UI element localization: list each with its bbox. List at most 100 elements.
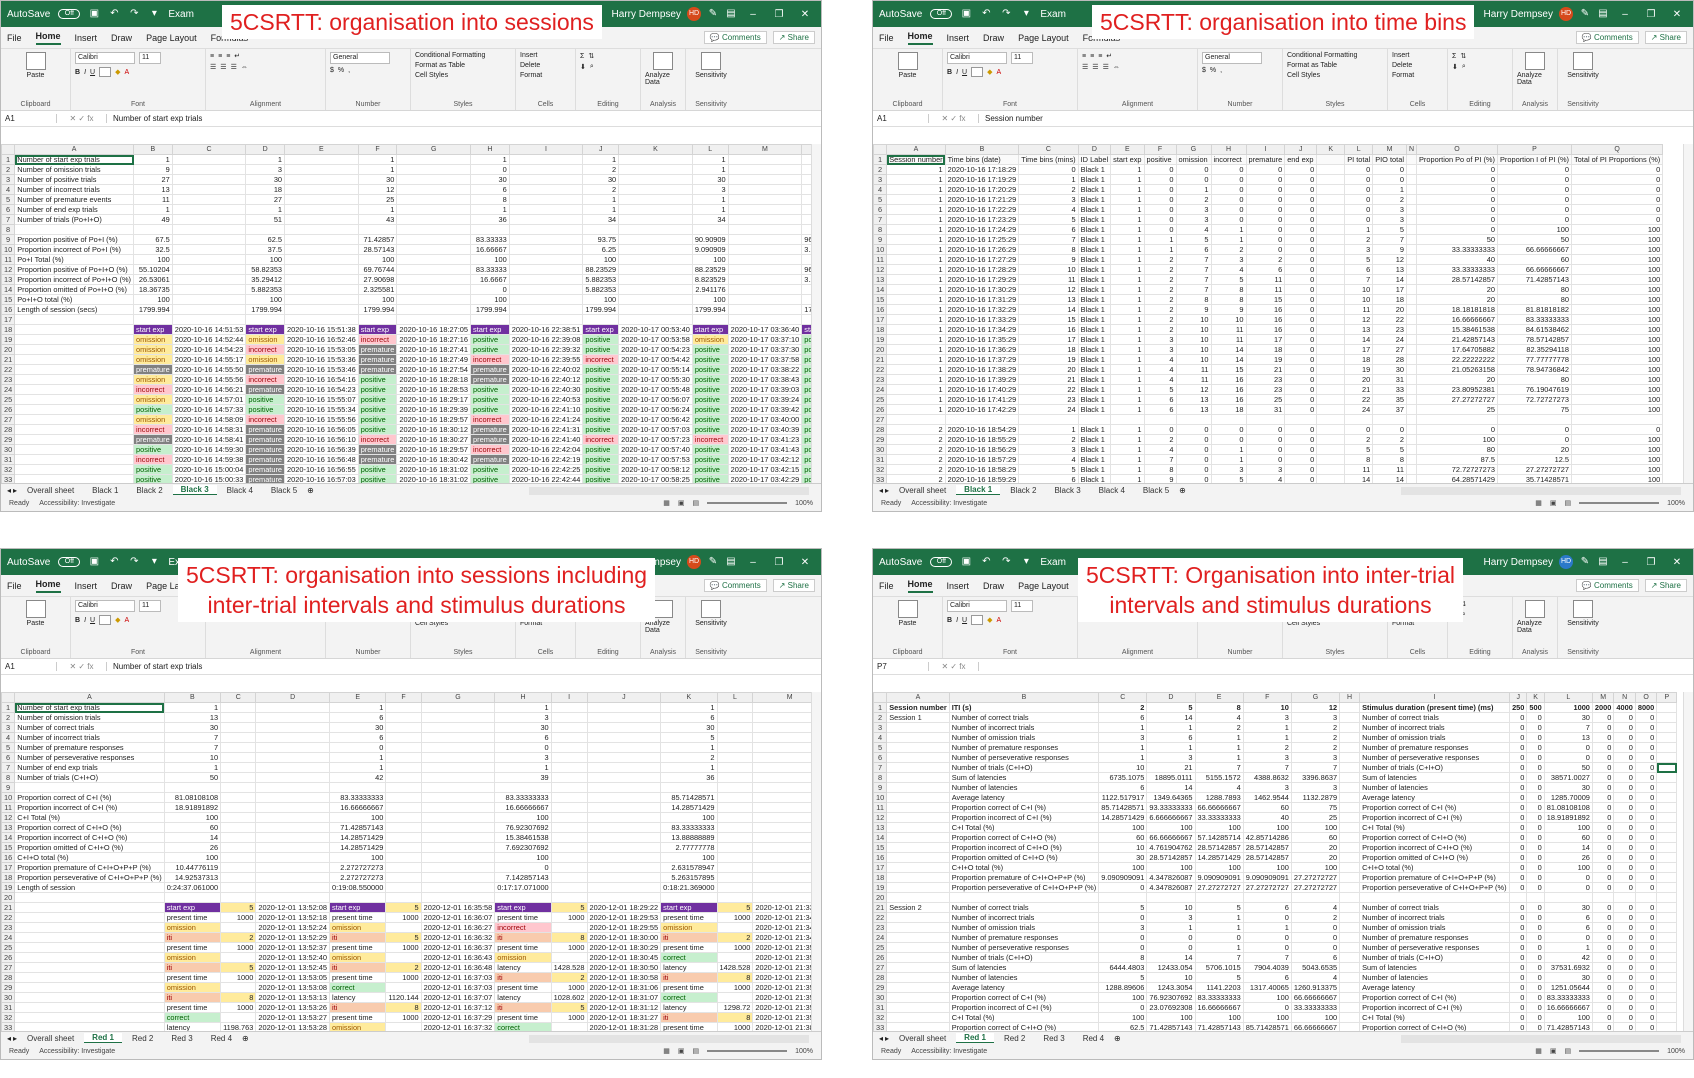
row-header[interactable]: 2	[1, 164, 16, 175]
cell[interactable]: 100	[1242, 992, 1292, 1003]
cell[interactable]	[1656, 872, 1678, 883]
cell[interactable]: 60	[1496, 254, 1572, 265]
cell[interactable]: Number of positive trials	[14, 174, 135, 185]
cell[interactable]: incorrect	[1210, 154, 1247, 165]
cell[interactable]: 1	[328, 702, 387, 713]
fill-color-icon[interactable]: ◆	[987, 616, 992, 624]
cell[interactable]	[716, 822, 754, 833]
cell[interactable]: 2	[1143, 284, 1177, 295]
cell[interactable]: 2020-12-01 16:36:48	[420, 962, 496, 973]
cell[interactable]: 2020-10-16 15:53:05	[284, 344, 359, 355]
cell[interactable]: 0	[1634, 862, 1658, 873]
cell[interactable]	[716, 832, 754, 843]
row-header[interactable]: 29	[1, 982, 16, 993]
row-header[interactable]: 23	[1, 922, 16, 933]
cell[interactable]: Proportion omitted of C+I+O (%)	[948, 852, 1100, 863]
cell[interactable]	[1405, 244, 1417, 255]
cell[interactable]	[385, 862, 422, 873]
cell[interactable]: 15	[1210, 364, 1247, 375]
cell[interactable]	[396, 184, 472, 195]
cell[interactable]	[1656, 782, 1678, 793]
cell[interactable]: 0	[1526, 772, 1545, 783]
cell[interactable]: positive	[470, 344, 510, 355]
cell[interactable]: C+I+O total (%)	[1359, 862, 1511, 873]
cell[interactable]: 30	[1543, 902, 1593, 913]
cell[interactable]: 0	[1242, 912, 1292, 923]
cell[interactable]: 0	[1284, 424, 1318, 435]
cell[interactable]	[886, 792, 950, 803]
cell[interactable]: Number of premature responses	[948, 932, 1100, 943]
close-icon[interactable]: ✕	[1667, 557, 1687, 568]
cell[interactable]: 11	[1210, 334, 1247, 345]
cell[interactable]: latency	[660, 1002, 718, 1013]
cell[interactable]: 0	[1175, 174, 1212, 185]
font-color-icon[interactable]: A	[996, 69, 1001, 76]
cell[interactable]	[716, 702, 754, 713]
cell[interactable]	[716, 742, 754, 753]
cell[interactable]: 5	[1372, 224, 1407, 235]
row-header[interactable]: 9	[1, 782, 16, 793]
cell[interactable]: 0	[1143, 174, 1177, 185]
cell[interactable]: 3	[1245, 464, 1286, 475]
autosum-icon[interactable]: Σ	[580, 53, 584, 60]
cell[interactable]: 2	[1098, 702, 1148, 713]
page-layout-icon[interactable]: ▣	[1550, 1047, 1557, 1055]
cell[interactable]: 2020-12-01 21:34:25	[752, 932, 811, 943]
cell[interactable]: 32.5	[133, 244, 173, 255]
cell[interactable]	[752, 822, 811, 833]
row-header[interactable]: 8	[873, 772, 888, 783]
cell[interactable]	[1316, 174, 1346, 185]
cell[interactable]: 0	[1496, 434, 1572, 445]
row-header[interactable]: 15	[873, 842, 888, 853]
cell[interactable]: 100	[1570, 464, 1664, 475]
cell[interactable]: 1000	[385, 972, 422, 983]
cell[interactable]: 27.27272727	[1415, 394, 1498, 405]
cell[interactable]: 10	[163, 752, 222, 763]
cell[interactable]: 0	[1570, 164, 1664, 175]
cell[interactable]: 0	[1613, 752, 1636, 763]
cell[interactable]: 1	[1146, 742, 1196, 753]
cell[interactable]: 100	[1194, 822, 1244, 833]
cell[interactable]	[1339, 712, 1361, 723]
cell[interactable]: 6	[1143, 404, 1177, 415]
normal-view-icon[interactable]: ▦	[1535, 499, 1542, 507]
align-middle-icon[interactable]: ≡	[218, 53, 222, 60]
cell[interactable]	[1316, 464, 1346, 475]
cell[interactable]: positive	[357, 404, 398, 415]
cell[interactable]: 66.66666667	[1290, 992, 1341, 1003]
cell[interactable]	[752, 732, 811, 743]
cell[interactable]	[1656, 832, 1678, 843]
cell[interactable]	[550, 812, 588, 823]
cell[interactable]: 9	[1018, 254, 1079, 265]
cell[interactable]: 0	[1570, 184, 1664, 195]
cell[interactable]: Number of end exp trials	[14, 204, 135, 215]
cell[interactable]: 1	[1372, 184, 1407, 195]
cell[interactable]: 11	[1372, 464, 1407, 475]
cell[interactable]: 0	[1591, 752, 1615, 763]
cell[interactable]	[1339, 742, 1361, 753]
cell[interactable]	[1316, 404, 1346, 415]
row-header[interactable]: 21	[873, 354, 888, 365]
cell[interactable]: 22	[1018, 384, 1079, 395]
cell[interactable]: 0	[1210, 164, 1247, 175]
cell[interactable]: 77.77777778	[1496, 354, 1572, 365]
cell[interactable]: 2	[1210, 244, 1247, 255]
cell[interactable]: Proportion perseverative of C+I+O+P+P (%…	[1359, 882, 1511, 893]
cell[interactable]: 5706.1015	[1194, 962, 1244, 973]
cell[interactable]: 0	[1496, 214, 1572, 225]
cell[interactable]: 18	[1372, 294, 1407, 305]
cell[interactable]: 0	[1509, 782, 1528, 793]
cell[interactable]: 1	[886, 344, 946, 355]
cell[interactable]	[1405, 414, 1417, 425]
cell[interactable]	[1372, 414, 1407, 425]
cell[interactable]: Black 1	[1077, 354, 1112, 365]
cell[interactable]: 0	[1634, 962, 1658, 973]
cell[interactable]: 100	[1194, 862, 1244, 873]
cell[interactable]	[727, 194, 803, 205]
cell[interactable]: 0	[1284, 204, 1318, 215]
cell[interactable]: 20	[1372, 304, 1407, 315]
cell[interactable]: 3	[1143, 334, 1177, 345]
cell[interactable]: Proportion incorrect of C+I (%)	[1359, 1002, 1511, 1013]
cell[interactable]: 0	[1210, 194, 1247, 205]
cell[interactable]: 6	[1242, 902, 1292, 913]
